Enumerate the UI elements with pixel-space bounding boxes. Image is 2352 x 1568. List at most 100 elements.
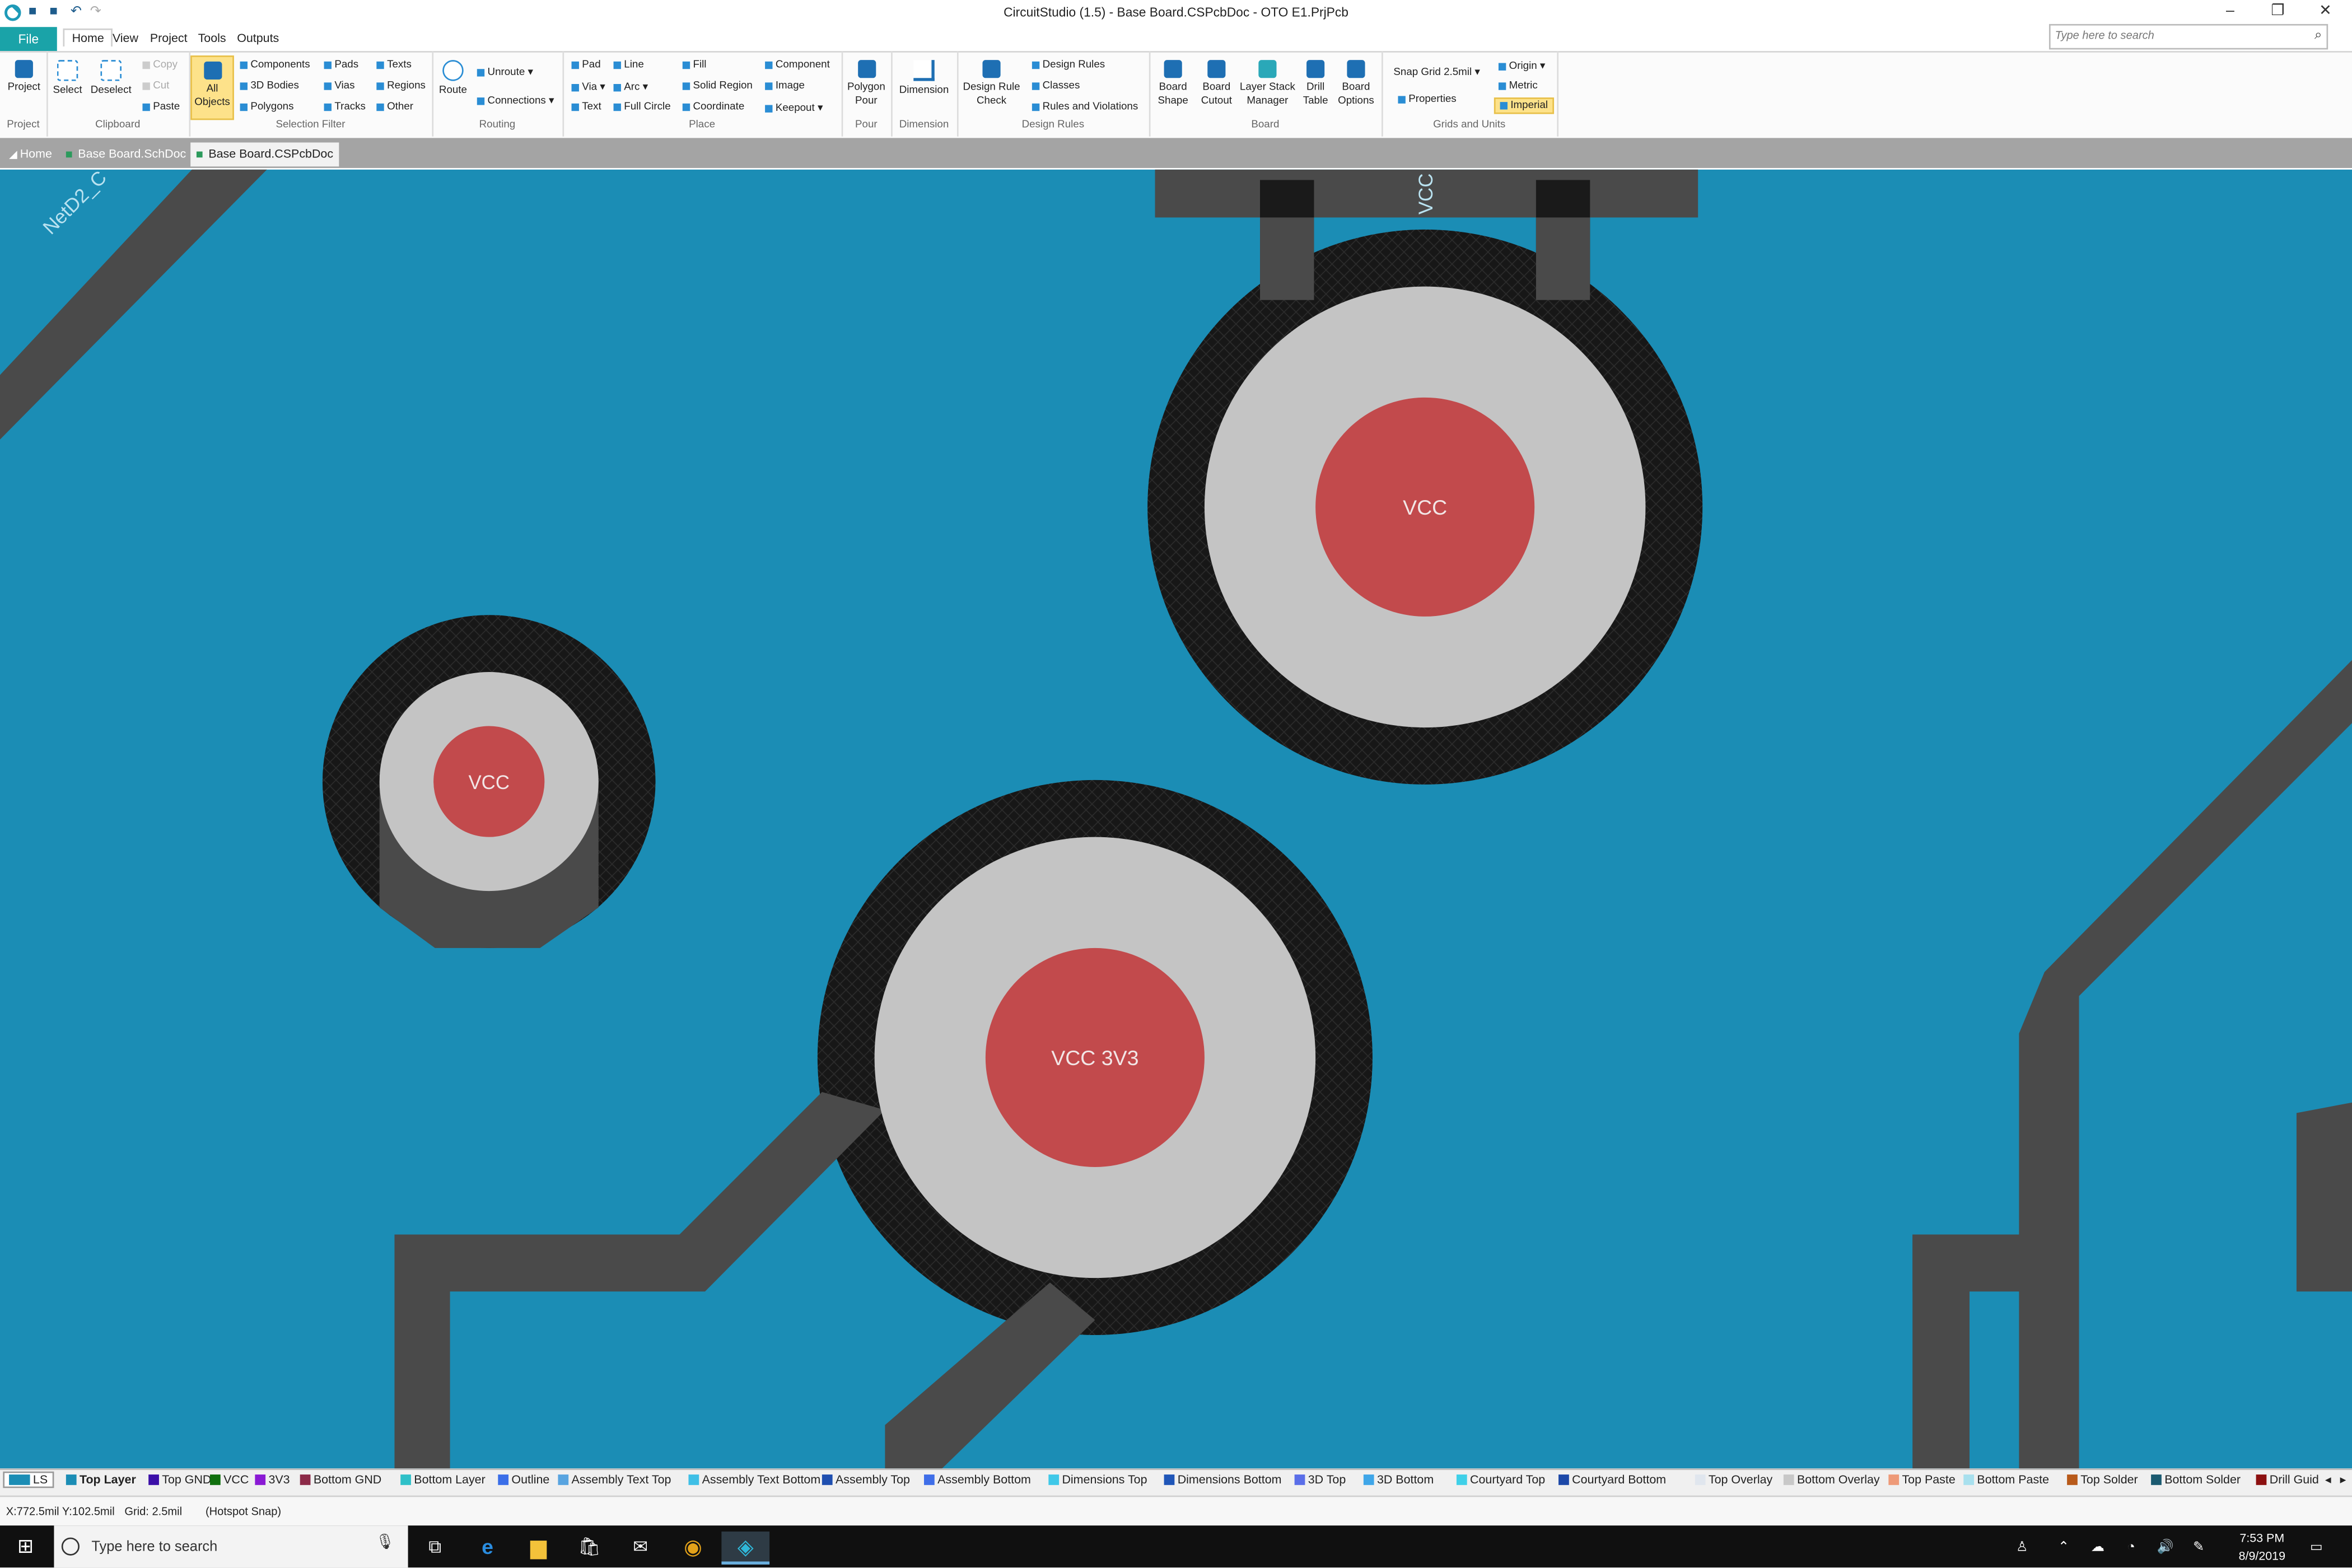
track-top-right-leg[interactable] (1536, 217, 1590, 300)
layer-tab[interactable]: VCC (210, 1473, 249, 1486)
pen-icon[interactable]: ✎ (2193, 1539, 2204, 1555)
layer-scroll-right-icon[interactable]: ▸ (2340, 1473, 2346, 1486)
file-menu[interactable]: File (0, 27, 57, 52)
menu-tools[interactable]: Tools (198, 31, 226, 45)
layer-tab[interactable]: Courtyard Bottom (1558, 1473, 1666, 1486)
place-image[interactable]: Image (765, 81, 805, 91)
unroute-button[interactable]: Unroute ▾ (477, 66, 533, 78)
layer-tab[interactable]: 3V3 (255, 1473, 290, 1486)
board-options-button[interactable]: Board Options (1333, 60, 1378, 108)
task-view-icon[interactable]: ⧉ (420, 1532, 450, 1562)
paste-button[interactable]: Paste (142, 102, 180, 113)
layer-tab[interactable]: Bottom Layer (400, 1473, 486, 1486)
board-shape-button[interactable]: Board Shape (1152, 60, 1194, 108)
track-top-left-leg[interactable] (1260, 217, 1314, 300)
place-pad[interactable]: Pad (571, 60, 601, 71)
menu-project[interactable]: Project (150, 31, 188, 45)
place-full-circle[interactable]: Full Circle (613, 102, 671, 113)
store-icon[interactable]: 🛍 (575, 1532, 605, 1562)
place-keepout[interactable]: Keepout ▾ (765, 102, 823, 114)
menu-home[interactable]: Home (63, 28, 113, 47)
filter-vias[interactable]: Vias (324, 81, 354, 91)
classes-button[interactable]: Classes (1032, 81, 1080, 91)
microphone-icon[interactable]: 🎙 (375, 1534, 394, 1551)
layer-tab[interactable]: Dimensions Bottom (1164, 1473, 1281, 1486)
place-arc[interactable]: Arc ▾ (613, 81, 648, 93)
search-input[interactable]: Type here to search ⌕ (2048, 24, 2328, 50)
place-fill[interactable]: Fill (682, 60, 706, 71)
track-right-stub-vertical[interactable] (1912, 1234, 1970, 1469)
volume-icon[interactable]: 🔊 (2157, 1539, 2174, 1555)
network-icon[interactable]: ◔ (2127, 1539, 2135, 1554)
layer-tab[interactable]: Bottom Paste (1963, 1473, 2049, 1486)
layer-tab[interactable]: Dimensions Top (1048, 1473, 1147, 1486)
tab-schdoc[interactable]: Base Board.SchDoc (60, 142, 192, 166)
track-right-edge[interactable] (2296, 1102, 2352, 1292)
imperial-button[interactable]: Imperial (1494, 97, 1554, 114)
filter-regions[interactable]: Regions (376, 81, 426, 91)
layer-tab[interactable]: Top Overlay (1695, 1473, 1772, 1486)
place-solid-region[interactable]: Solid Region (682, 81, 753, 91)
properties-button[interactable]: Properties (1398, 95, 1457, 105)
metric-button[interactable]: Metric (1498, 81, 1538, 91)
notifications-icon[interactable]: ▭ (2310, 1539, 2323, 1555)
file-explorer-icon[interactable]: ▆ (524, 1532, 554, 1562)
layer-stack-manager-button[interactable]: Layer Stack Manager (1239, 60, 1296, 108)
filter-tracks[interactable]: Tracks (324, 102, 366, 113)
pcb-canvas[interactable]: VCC VCC VCC 3V3 NetD2_C VCC (0, 169, 2352, 1469)
deselect-button[interactable]: Deselect (87, 60, 135, 97)
design-rules-button[interactable]: Design Rules (1032, 60, 1105, 71)
tab-home[interactable]: ◢ Home (3, 142, 58, 166)
place-component[interactable]: Component (765, 60, 830, 71)
layer-tab[interactable]: Assembly Text Top (558, 1473, 671, 1486)
filter-3d-bodies[interactable]: 3D Bodies (240, 81, 299, 91)
menu-outputs[interactable]: Outputs (237, 31, 279, 45)
select-button[interactable]: Select (49, 60, 85, 97)
layer-tab[interactable]: 3D Bottom (1363, 1473, 1434, 1486)
layer-tab[interactable]: Top Solder (2067, 1473, 2138, 1486)
chrome-icon[interactable]: ◉ (678, 1532, 708, 1562)
snap-grid-dropdown[interactable]: Snap Grid 2.5mil ▾ (1393, 66, 1480, 78)
filter-polygons[interactable]: Polygons (240, 102, 293, 113)
connections-button[interactable]: Connections ▾ (477, 95, 554, 106)
search-icon[interactable]: ⌕ (2314, 27, 2322, 43)
layer-tab[interactable]: Drill Guid (2256, 1473, 2319, 1486)
onedrive-icon[interactable]: ☁ (2091, 1539, 2104, 1555)
edge-icon[interactable]: e (473, 1532, 503, 1562)
layer-tab[interactable]: Outline (498, 1473, 549, 1486)
layer-tab[interactable]: Assembly Top (822, 1473, 910, 1486)
layer-tab[interactable]: Assembly Text Bottom (688, 1473, 820, 1486)
polygon-pour-button[interactable]: Polygon Pour (844, 60, 888, 108)
filter-texts[interactable]: Texts (376, 60, 412, 71)
layer-tab[interactable]: Bottom Overlay (1783, 1473, 1880, 1486)
minimize-button[interactable]: – (2226, 3, 2234, 19)
drill-table-button[interactable]: Drill Table (1299, 60, 1332, 108)
place-coordinate[interactable]: Coordinate (682, 102, 744, 113)
layer-tab[interactable]: Assembly Bottom (924, 1473, 1031, 1486)
origin-button[interactable]: Origin ▾ (1498, 60, 1545, 72)
layer-tab[interactable]: 3D Top (1294, 1473, 1346, 1486)
all-objects-button[interactable]: All Objects (190, 55, 234, 120)
place-via[interactable]: Via ▾ (571, 81, 605, 93)
rules-violations-button[interactable]: Rules and Violations (1032, 102, 1138, 113)
circuitstudio-taskbar-icon[interactable]: ◈ (721, 1531, 770, 1565)
place-text[interactable]: Text (571, 102, 601, 113)
close-button[interactable]: ✕ (2319, 3, 2331, 19)
project-button[interactable]: Project (4, 60, 44, 95)
show-hidden-icons[interactable]: ⌃ (2058, 1539, 2069, 1555)
layer-tab[interactable]: Bottom Solder (2151, 1473, 2241, 1486)
pcb-drawing[interactable]: VCC VCC VCC 3V3 NetD2_C VCC (0, 169, 2352, 1469)
dimension-button[interactable]: Dimension (895, 60, 953, 97)
layer-set-button[interactable]: LS (3, 1471, 54, 1488)
windows-start-icon[interactable]: ⊞ (11, 1532, 41, 1562)
layer-tab[interactable]: Top Layer (66, 1473, 136, 1486)
layer-scroll-left-icon[interactable]: ◂ (2325, 1473, 2331, 1486)
mail-icon[interactable]: ✉ (626, 1532, 656, 1562)
cut-button[interactable]: Cut (142, 81, 169, 91)
taskbar-clock[interactable]: 7:53 PM 8/9/2019 (2226, 1530, 2298, 1566)
restore-button[interactable]: ❐ (2271, 3, 2284, 19)
layer-tab[interactable]: Top Paste (1888, 1473, 1956, 1486)
filter-components[interactable]: Components (240, 60, 310, 71)
route-button[interactable]: Route (435, 60, 471, 97)
taskbar-search[interactable]: Type here to search 🎙 (54, 1525, 408, 1568)
